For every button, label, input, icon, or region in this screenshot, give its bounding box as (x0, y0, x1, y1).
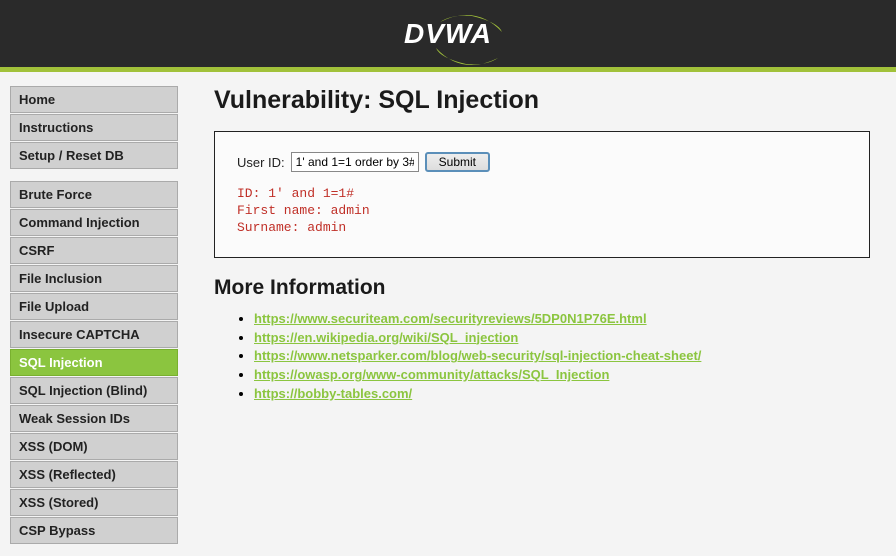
nav-setup[interactable]: Setup / Reset DB (10, 142, 178, 169)
nav-csp-bypass[interactable]: CSP Bypass (10, 517, 178, 544)
logo-text: DVWA (404, 18, 492, 50)
link-securiteam[interactable]: https://www.securiteam.com/securityrevie… (254, 311, 647, 326)
more-info-title: More Information (214, 276, 870, 300)
main-container: Home Instructions Setup / Reset DB Brute… (0, 72, 896, 556)
result-line: First name: admin (237, 203, 370, 218)
user-id-label: User ID: (237, 155, 285, 170)
list-item: https://www.netsparker.com/blog/web-secu… (254, 347, 870, 366)
nav-xss-reflected[interactable]: XSS (Reflected) (10, 461, 178, 488)
nav-sql-injection[interactable]: SQL Injection (10, 349, 178, 376)
app-header: DVWA (0, 0, 896, 72)
result-line: Surname: admin (237, 220, 346, 235)
nav-sql-injection-blind[interactable]: SQL Injection (Blind) (10, 377, 178, 404)
more-info-links: https://www.securiteam.com/securityrevie… (214, 310, 870, 404)
nav-group-vulns: Brute Force Command Injection CSRF File … (10, 181, 178, 544)
list-item: https://en.wikipedia.org/wiki/SQL_inject… (254, 329, 870, 348)
submit-button[interactable]: Submit (425, 152, 490, 172)
link-wikipedia[interactable]: https://en.wikipedia.org/wiki/SQL_inject… (254, 330, 518, 345)
nav-home[interactable]: Home (10, 86, 178, 113)
app-logo: DVWA (404, 18, 492, 50)
nav-insecure-captcha[interactable]: Insecure CAPTCHA (10, 321, 178, 348)
sidebar: Home Instructions Setup / Reset DB Brute… (10, 86, 178, 556)
link-owasp[interactable]: https://owasp.org/www-community/attacks/… (254, 367, 609, 382)
nav-group-main: Home Instructions Setup / Reset DB (10, 86, 178, 169)
nav-file-upload[interactable]: File Upload (10, 293, 178, 320)
result-line: ID: 1' and 1=1# (237, 186, 354, 201)
nav-xss-dom[interactable]: XSS (DOM) (10, 433, 178, 460)
form-row: User ID: Submit (237, 152, 847, 172)
page-title: Vulnerability: SQL Injection (214, 86, 870, 115)
nav-csrf[interactable]: CSRF (10, 237, 178, 264)
nav-instructions[interactable]: Instructions (10, 114, 178, 141)
query-result: ID: 1' and 1=1# First name: admin Surnam… (237, 186, 847, 237)
vuln-form-box: User ID: Submit ID: 1' and 1=1# First na… (214, 131, 870, 258)
nav-file-inclusion[interactable]: File Inclusion (10, 265, 178, 292)
nav-command-injection[interactable]: Command Injection (10, 209, 178, 236)
nav-brute-force[interactable]: Brute Force (10, 181, 178, 208)
link-bobby-tables[interactable]: https://bobby-tables.com/ (254, 386, 412, 401)
list-item: https://bobby-tables.com/ (254, 385, 870, 404)
link-netsparker[interactable]: https://www.netsparker.com/blog/web-secu… (254, 348, 701, 363)
list-item: https://owasp.org/www-community/attacks/… (254, 366, 870, 385)
list-item: https://www.securiteam.com/securityrevie… (254, 310, 870, 329)
main-content: Vulnerability: SQL Injection User ID: Su… (214, 86, 886, 556)
nav-weak-session[interactable]: Weak Session IDs (10, 405, 178, 432)
nav-xss-stored[interactable]: XSS (Stored) (10, 489, 178, 516)
user-id-input[interactable] (291, 152, 419, 172)
